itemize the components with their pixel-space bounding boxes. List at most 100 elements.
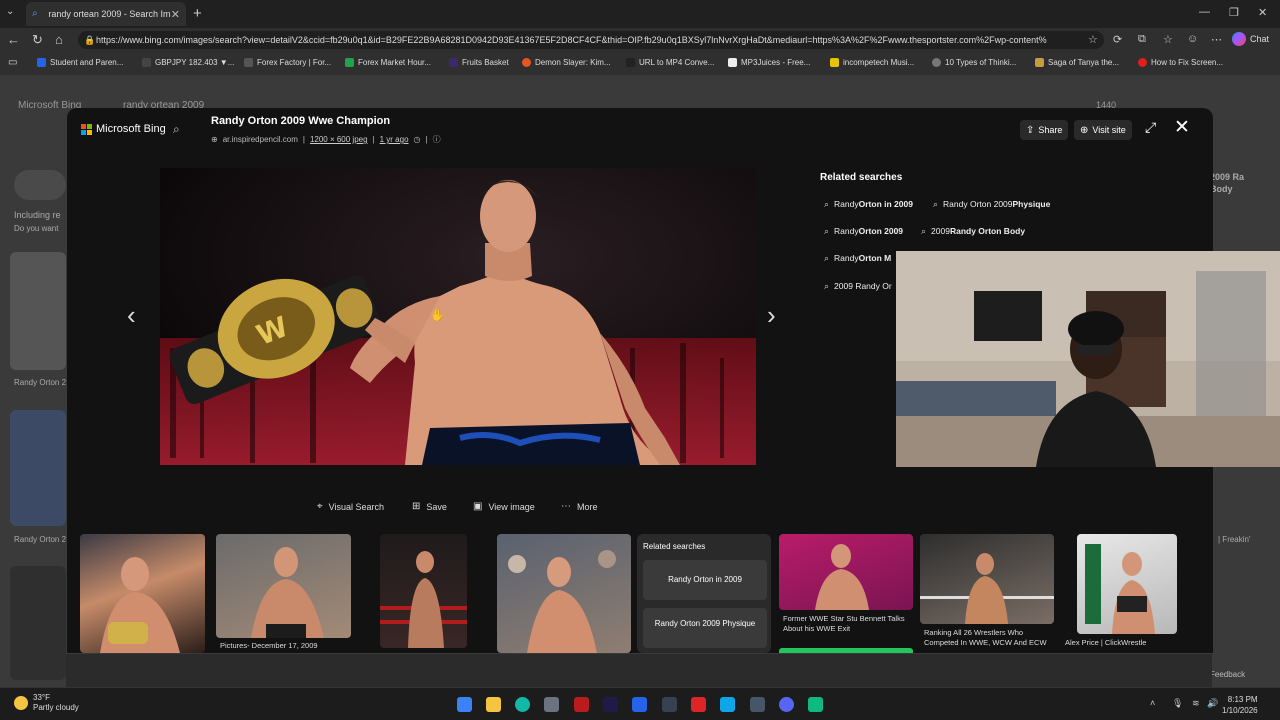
related-card-item[interactable]: Randy Orton 2009 Physique: [643, 608, 767, 648]
thumbnail-photo: [251, 547, 324, 638]
wifi-icon[interactable]: ≋: [1192, 698, 1200, 709]
thumbnail[interactable]: [216, 534, 351, 638]
refresh-icon[interactable]: ↻: [32, 32, 43, 48]
favorite-link[interactable]: incompetech Musi...: [830, 58, 914, 67]
share-button[interactable]: ⇪ Share: [1020, 120, 1069, 140]
chip-bold-text: Orton in 2009: [858, 199, 913, 209]
visual-search-button[interactable]: ⌖ Visual Search: [317, 501, 384, 512]
mic-icon[interactable]: 🎙: [1172, 698, 1183, 709]
view-image-button[interactable]: ▣ View image: [473, 501, 535, 512]
image-source[interactable]: ar.inspiredpencil.com: [223, 135, 298, 144]
url-field[interactable]: 🔒 https://www.bing.com/images/search?vie…: [78, 31, 1104, 49]
search-icon: ⌕: [824, 252, 830, 263]
tray-chevron-icon[interactable]: ˄: [1150, 698, 1155, 708]
favorites-bar-toggle-icon[interactable]: ▭: [8, 57, 17, 68]
favorite-link[interactable]: Forex Market Hour...: [345, 58, 431, 67]
favorite-star-icon[interactable]: ☆: [1088, 33, 1098, 46]
thumbnail[interactable]: [380, 534, 467, 648]
bing-logo[interactable]: Microsoft Bing: [81, 123, 166, 135]
app-icon[interactable]: [808, 697, 823, 712]
start-icon[interactable]: [457, 697, 472, 712]
app-icon[interactable]: [574, 697, 589, 712]
related-search-chip[interactable]: ⌕ 2009 Randy Orton Body: [921, 221, 1025, 241]
profile-icon[interactable]: ☺: [1187, 33, 1198, 45]
related-card-item[interactable]: Randy Orton in 2009: [643, 560, 767, 600]
browser-tab[interactable]: ⌕ randy ortean 2009 - Search Images ✕: [26, 2, 186, 26]
related-search-chip[interactable]: ⌕ Randy Orton 2009 Physique: [933, 194, 1050, 214]
bg-do-you-want: Do you want: [14, 224, 59, 233]
close-icon[interactable]: ✕: [1174, 116, 1190, 139]
minimize-icon[interactable]: —: [1199, 6, 1210, 18]
home-icon[interactable]: ⌂: [55, 32, 63, 47]
thumbnail[interactable]: [920, 534, 1054, 624]
microsoft-logo-icon: [81, 123, 92, 135]
store-icon[interactable]: [544, 697, 559, 712]
word-icon[interactable]: [632, 697, 647, 712]
previous-arrow-icon[interactable]: ‹: [127, 300, 136, 331]
related-card-heading: Related searches: [643, 542, 706, 551]
bg-right-text: 2009 Ra: [1210, 172, 1245, 182]
favorite-link[interactable]: Fruits Basket: [449, 58, 509, 67]
image-age[interactable]: 1 yr ago: [380, 135, 409, 144]
related-search-chip[interactable]: ⌕ Randy Orton M: [824, 248, 891, 268]
favorite-link[interactable]: URL to MP4 Conve...: [626, 58, 714, 67]
related-searches-card: Related searches Randy Orton in 2009 Ran…: [637, 534, 771, 653]
app-icon[interactable]: [691, 697, 706, 712]
related-search-chip[interactable]: ⌕ 2009 Randy Or: [824, 276, 892, 296]
discord-icon[interactable]: [779, 697, 794, 712]
clock[interactable]: 8:13 PM 1/10/2026: [1222, 694, 1258, 716]
close-window-icon[interactable]: ✕: [1258, 6, 1267, 19]
webcam-overlay: [896, 251, 1280, 467]
save-icon: ⊞: [412, 501, 421, 512]
favorite-link[interactable]: How to Fix Screen...: [1138, 58, 1223, 67]
info-icon[interactable]: ⓘ: [433, 134, 441, 145]
back-icon[interactable]: ←: [7, 32, 20, 47]
favorite-link[interactable]: GBPJPY 182.403 ▼...: [142, 58, 234, 67]
favorite-link[interactable]: Forex Factory | For...: [244, 58, 331, 67]
tab-actions-icon[interactable]: ⌄: [6, 6, 14, 17]
favorite-link[interactable]: Demon Slayer: Kim...: [522, 58, 611, 67]
weather-widget[interactable]: 33°F Partly cloudy: [14, 693, 79, 713]
app-icon[interactable]: [750, 697, 765, 712]
favorite-link[interactable]: 10 Types of Thinki...: [932, 58, 1016, 67]
thumbnail[interactable]: [80, 534, 205, 653]
view-image-label: View image: [488, 501, 535, 512]
split-screen-icon[interactable]: ⧉: [1138, 33, 1146, 46]
related-search-chip[interactable]: ⌕ Randy Orton 2009: [824, 221, 903, 241]
favorite-link[interactable]: MP3Juices - Free...: [728, 58, 810, 67]
thumbnail-photo: [815, 544, 869, 610]
extensions-icon[interactable]: ⟳: [1113, 33, 1122, 46]
search-icon[interactable]: ⌕: [173, 122, 180, 137]
menu-icon[interactable]: ⋯: [1211, 33, 1222, 46]
bg-including: Including re: [14, 210, 61, 220]
save-button[interactable]: ⊞ Save: [412, 501, 447, 512]
premiere-icon[interactable]: [603, 697, 618, 712]
tab-close-icon[interactable]: ✕: [171, 8, 180, 21]
next-arrow-icon[interactable]: ›: [767, 300, 776, 331]
meta-divider: |: [425, 135, 428, 144]
volume-icon[interactable]: 🔊: [1207, 698, 1218, 709]
favorites-icon[interactable]: ☆: [1163, 33, 1173, 46]
expand-icon[interactable]: ⤢: [1145, 119, 1156, 136]
favorite-link[interactable]: Student and Paren...: [37, 58, 123, 67]
copilot-chat-button[interactable]: Chat: [1232, 32, 1269, 46]
app-icon[interactable]: [662, 697, 677, 712]
main-image[interactable]: W: [160, 168, 756, 465]
thumbnail[interactable]: [497, 534, 631, 653]
thumbnail-photo: [920, 553, 1054, 624]
file-explorer-icon[interactable]: [486, 697, 501, 712]
more-button[interactable]: ⋯ More: [561, 501, 598, 512]
thumbnail[interactable]: [779, 534, 913, 610]
favorite-link[interactable]: Saga of Tanya the...: [1035, 58, 1119, 67]
visit-site-button[interactable]: ⊕ Visit site: [1074, 120, 1132, 140]
chip-text: Randy: [834, 199, 859, 209]
restore-icon[interactable]: ❐: [1229, 6, 1239, 19]
thumbnail[interactable]: [1077, 534, 1177, 634]
app-icon[interactable]: [720, 697, 735, 712]
related-search-chip[interactable]: ⌕ Randy Orton in 2009: [824, 194, 913, 214]
feedback-link[interactable]: Feedback: [1210, 670, 1245, 679]
edge-icon[interactable]: [515, 697, 530, 712]
image-dimensions[interactable]: 1200 × 600 jpeg: [310, 135, 368, 144]
new-tab-icon[interactable]: +: [193, 5, 202, 22]
image-title[interactable]: Randy Orton 2009 Wwe Champion: [211, 115, 390, 127]
